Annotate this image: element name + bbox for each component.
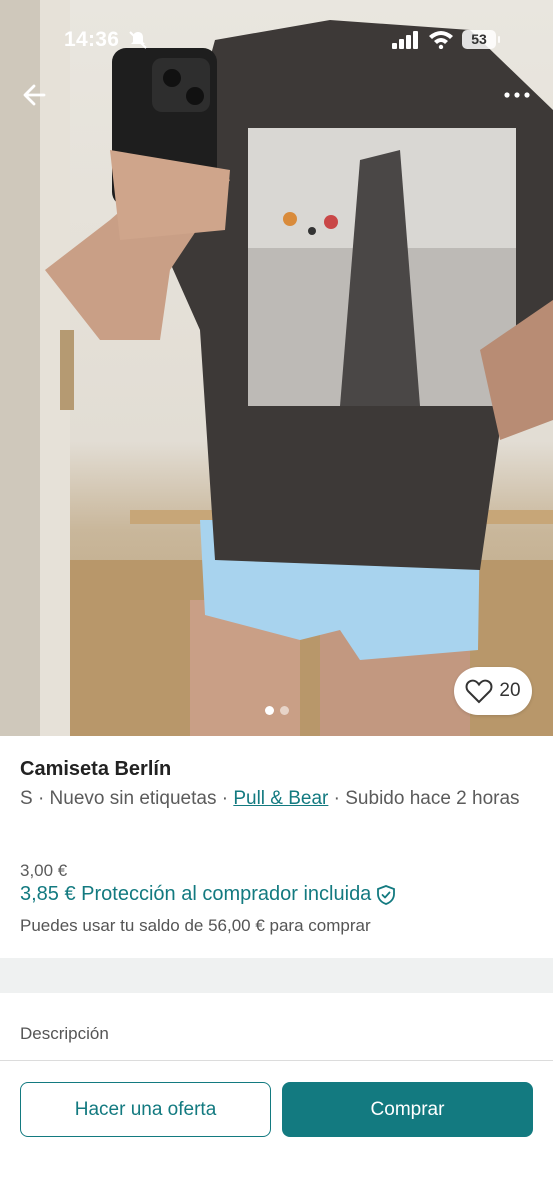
favorite-count: 20 [499, 680, 521, 701]
section-divider [0, 958, 553, 993]
favorite-button[interactable]: 20 [454, 667, 532, 715]
product-meta-suffix: · Subido hace 2 horas [328, 788, 520, 809]
product-meta-prefix: S · Nuevo sin etiquetas · [20, 788, 234, 809]
status-time: 14:36 [64, 28, 120, 51]
buy-button[interactable]: Comprar [282, 1082, 533, 1137]
wifi-icon [429, 31, 453, 49]
buyer-protection-label: 3,85 € Protección al comprador incluida [20, 883, 372, 905]
product-price: 3,00 € [20, 861, 68, 880]
mute-icon [129, 31, 147, 49]
back-arrow-icon[interactable] [18, 78, 52, 112]
make-offer-button[interactable]: Hacer una oferta [20, 1082, 271, 1137]
product-meta: S · Nuevo sin etiquetas · Pull & Bear · … [20, 785, 530, 813]
heart-icon [465, 679, 493, 704]
bottom-bar-divider [0, 1060, 553, 1061]
product-title: Camiseta Berlín [20, 758, 172, 780]
product-image [0, 0, 553, 736]
description-label: Descripción [20, 1024, 109, 1043]
gallery-dot-1[interactable] [264, 706, 274, 715]
balance-note: Puedes usar tu saldo de 56,00 € para com… [20, 916, 371, 935]
battery-icon: 53 [462, 30, 500, 49]
signal-icon [392, 31, 418, 49]
product-photo[interactable]: 14:36 53 20 [0, 0, 553, 736]
more-icon[interactable] [500, 82, 534, 108]
brand-link[interactable]: Pull & Bear [233, 788, 328, 809]
buyer-protection-price[interactable]: 3,85 € Protección al comprador incluida [20, 883, 397, 906]
gallery-dot-2[interactable] [279, 706, 289, 715]
shield-check-icon [377, 884, 396, 905]
